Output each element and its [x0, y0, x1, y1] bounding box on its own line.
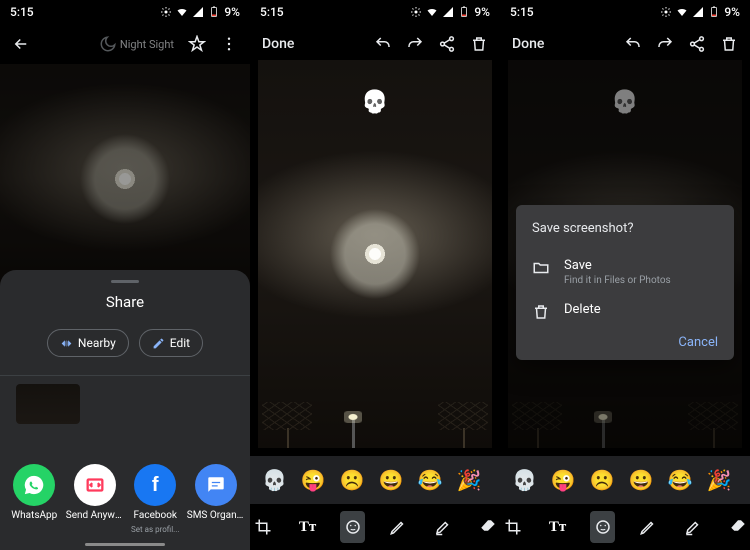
editor-toolbar: Done	[250, 24, 500, 64]
emoji-party[interactable]: 🎉	[457, 468, 482, 492]
share-title: Share	[106, 293, 144, 311]
crop-tool[interactable]	[250, 511, 275, 543]
dialog-title: Save screenshot?	[532, 221, 718, 236]
signal-icon	[442, 6, 454, 18]
emoji-joy[interactable]: 😂	[668, 468, 693, 492]
editor-toolbar: Done	[500, 24, 750, 64]
redo-button[interactable]	[406, 35, 424, 53]
folder-icon	[532, 259, 550, 277]
status-bar: 5:15 9%	[250, 0, 500, 24]
status-time: 5:15	[510, 5, 534, 19]
done-button[interactable]: Done	[262, 36, 294, 52]
overflow-button[interactable]	[220, 35, 238, 53]
battery-percent: 9%	[224, 5, 240, 19]
editor-tool-row: Tт	[500, 504, 750, 550]
status-time: 5:15	[10, 5, 34, 19]
text-tool[interactable]: Tт	[545, 511, 570, 543]
sticker-tool[interactable]	[340, 511, 365, 543]
signal-icon	[192, 6, 204, 18]
share-sheet: Share Nearby Edit WhatsApp	[0, 270, 250, 550]
notif-icon	[160, 6, 172, 18]
skull-sticker[interactable]: 💀	[361, 90, 388, 115]
done-button[interactable]: Done	[512, 36, 544, 52]
battery-icon	[208, 6, 220, 18]
editor-tool-row: Tт	[250, 504, 500, 550]
emoji-grin[interactable]: 😀	[379, 468, 404, 492]
highlight-tool[interactable]	[680, 511, 705, 543]
share-app-row: WhatsApp Send Anywh... f Facebook Set as…	[0, 464, 250, 534]
redo-button[interactable]	[656, 35, 674, 53]
text-tool[interactable]: Tт	[295, 511, 320, 543]
wifi-icon	[176, 6, 188, 18]
editor-canvas[interactable]: 💀	[258, 60, 492, 448]
emoji-skull[interactable]: 💀	[512, 468, 537, 492]
wifi-icon	[426, 6, 438, 18]
screenshot-share-panel: 5:15 9% Night Sight Share	[0, 0, 250, 550]
erase-tool[interactable]	[475, 511, 500, 543]
save-dialog: Save screenshot? Save Find it in Files o…	[516, 205, 734, 360]
status-bar: 5:15 9%	[500, 0, 750, 24]
emoji-wink[interactable]: 😜	[551, 468, 576, 492]
favorite-button[interactable]	[188, 35, 206, 53]
screenshot-editor-panel: 5:15 9% Done 💀 💀 😜 ☹️ 😀 😂 🎉 ⋮ Tт	[250, 0, 500, 550]
battery-icon	[708, 6, 720, 18]
notif-icon	[410, 6, 422, 18]
battery-percent: 9%	[724, 5, 740, 19]
notif-icon	[660, 6, 672, 18]
delete-button[interactable]	[470, 35, 488, 53]
emoji-frown[interactable]: ☹️	[590, 468, 615, 492]
emoji-party[interactable]: 🎉	[707, 468, 732, 492]
undo-button[interactable]	[374, 35, 392, 53]
viewer-toolbar: Night Sight	[0, 24, 250, 64]
edit-chip[interactable]: Edit	[139, 329, 203, 357]
emoji-skull[interactable]: 💀	[262, 468, 287, 492]
dialog-delete-option[interactable]: Delete	[532, 294, 718, 329]
gesture-handle[interactable]	[85, 543, 165, 546]
delete-button[interactable]	[720, 35, 738, 53]
erase-tool[interactable]	[725, 511, 750, 543]
emoji-wink[interactable]: 😜	[301, 468, 326, 492]
photo-preview	[0, 64, 250, 294]
status-time: 5:15	[260, 5, 284, 19]
dialog-cancel-button[interactable]: Cancel	[532, 335, 718, 350]
signal-icon	[692, 6, 704, 18]
share-app-sms[interactable]: SMS Organi...	[187, 464, 245, 534]
highlight-tool[interactable]	[430, 511, 455, 543]
share-thumbnail[interactable]	[16, 384, 80, 424]
undo-button[interactable]	[624, 35, 642, 53]
emoji-joy[interactable]: 😂	[418, 468, 443, 492]
emoji-picker-bar: 💀 😜 ☹️ 😀 😂 🎉 ⋮	[500, 456, 750, 504]
nearby-chip[interactable]: Nearby	[47, 329, 129, 357]
back-button[interactable]	[12, 35, 30, 53]
share-button[interactable]	[438, 35, 456, 53]
battery-percent: 9%	[474, 5, 490, 19]
share-button[interactable]	[688, 35, 706, 53]
draw-tool[interactable]	[385, 511, 410, 543]
status-bar: 5:15 9%	[0, 0, 250, 24]
draw-tool[interactable]	[635, 511, 660, 543]
dialog-save-option[interactable]: Save Find it in Files or Photos	[532, 250, 718, 294]
share-app-facebook[interactable]: f Facebook Set as profil...	[126, 464, 184, 534]
sticker-tool[interactable]	[590, 511, 615, 543]
emoji-grin[interactable]: 😀	[629, 468, 654, 492]
crop-tool[interactable]	[500, 511, 525, 543]
battery-icon	[458, 6, 470, 18]
screenshot-save-dialog-panel: 5:15 9% Done 💀 💀 😜 ☹️ 😀 😂 🎉 ⋮	[500, 0, 750, 550]
emoji-picker-bar: 💀 😜 ☹️ 😀 😂 🎉 ⋮	[250, 456, 500, 504]
share-app-sendanywhere[interactable]: Send Anywh...	[66, 464, 124, 534]
share-app-whatsapp[interactable]: WhatsApp	[5, 464, 63, 534]
drag-handle[interactable]	[111, 280, 139, 283]
wifi-icon	[676, 6, 688, 18]
emoji-more-button[interactable]: ⋮	[745, 471, 750, 489]
emoji-frown[interactable]: ☹️	[340, 468, 365, 492]
trash-icon	[532, 303, 550, 321]
night-sight-badge: Night Sight	[99, 35, 174, 53]
